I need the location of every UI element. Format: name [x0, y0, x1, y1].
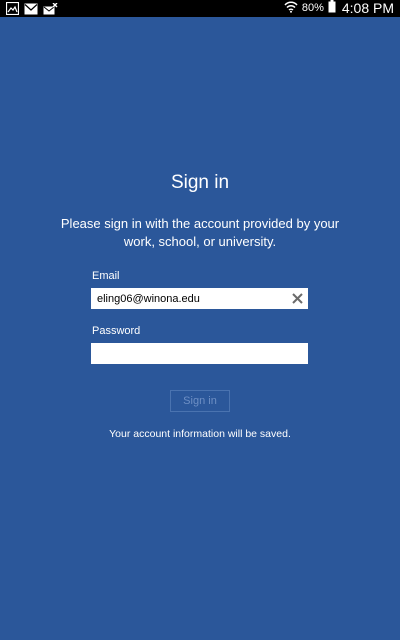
- save-account-note: Your account information will be saved.: [109, 428, 291, 440]
- signin-instructions: Please sign in with the account provided…: [60, 216, 340, 249]
- email-icon: [24, 3, 38, 15]
- gallery-icon: [6, 2, 19, 15]
- email-field-container: [91, 288, 308, 309]
- clock: 4:08 PM: [341, 0, 394, 16]
- wifi-icon: [284, 0, 298, 18]
- password-label: Password: [92, 325, 141, 337]
- system-status: 80% 4:08 PM: [284, 0, 394, 17]
- battery-percent: 80%: [301, 2, 324, 14]
- password-field[interactable]: [91, 343, 308, 364]
- missed-email-icon: [43, 2, 58, 15]
- page-title: Sign in: [170, 172, 230, 193]
- sign-in-button[interactable]: Sign in: [170, 390, 230, 412]
- notification-icons: [6, 2, 58, 15]
- battery-icon: [328, 0, 336, 18]
- status-bar: 80% 4:08 PM: [0, 0, 400, 17]
- email-label: Email: [92, 270, 120, 282]
- email-field[interactable]: [91, 288, 286, 309]
- close-icon[interactable]: [291, 292, 304, 305]
- password-field-container: [91, 343, 308, 364]
